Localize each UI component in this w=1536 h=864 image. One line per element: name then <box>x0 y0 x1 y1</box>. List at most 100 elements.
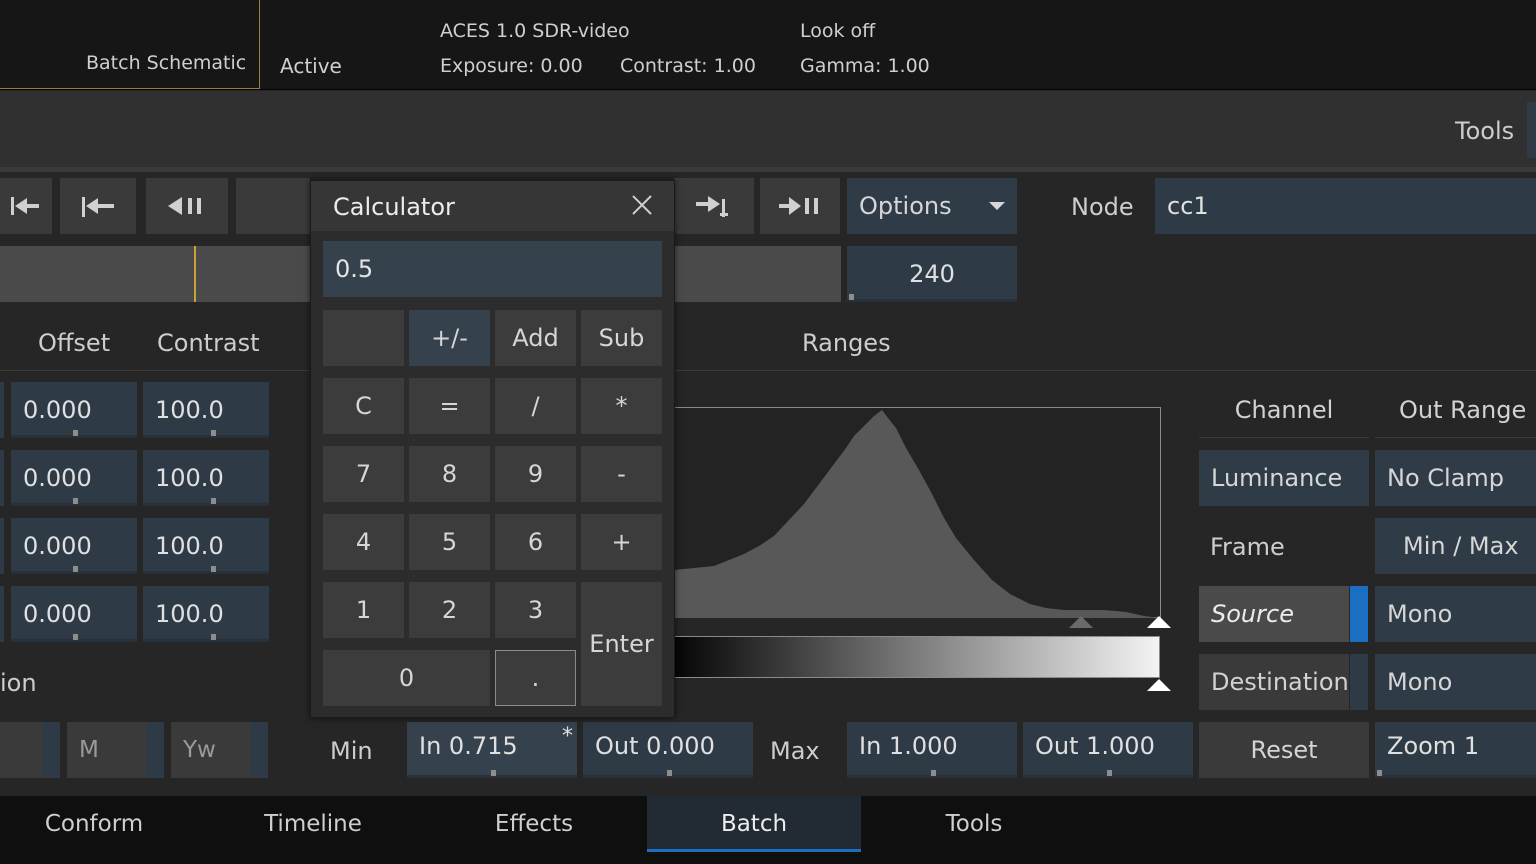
contrast-value: 100.0 <box>155 396 224 424</box>
offset-field[interactable]: 0.000 <box>11 586 137 642</box>
midpoint-handle-icon[interactable] <box>1068 615 1094 629</box>
tab-tools[interactable]: Tools <box>870 796 1078 852</box>
source-button[interactable]: Source <box>1199 586 1349 642</box>
calc-2-key[interactable]: 2 <box>409 582 490 638</box>
min-in-field[interactable]: In 0.715 * <box>407 722 577 778</box>
calculator-dialog[interactable]: Calculator 0.5 +/- Add Sub C = / * 7 8 9… <box>310 180 675 718</box>
timeline-scrubber-right[interactable] <box>674 246 841 302</box>
calc-6-key[interactable]: 6 <box>495 514 576 570</box>
row-edge <box>0 382 4 438</box>
previous-keyframe-button[interactable] <box>60 178 136 234</box>
field-tick <box>73 498 78 504</box>
field-tick <box>73 634 78 640</box>
contrast-field[interactable]: 100.0 <box>143 382 269 438</box>
reset-button[interactable]: Reset <box>1199 722 1369 778</box>
no-clamp-button[interactable]: No Clamp <box>1375 450 1536 506</box>
calc-plusminus-key[interactable]: +/- <box>409 310 490 366</box>
tools-label[interactable]: Tools <box>1455 117 1514 145</box>
max-out-value: Out 1.000 <box>1035 732 1155 760</box>
tab-conform[interactable]: Conform <box>0 796 188 852</box>
calc-divide-key[interactable]: / <box>495 378 576 434</box>
calc-plus-key[interactable]: + <box>581 514 662 570</box>
step-forward-button[interactable] <box>760 178 840 234</box>
min-max-button[interactable]: Min / Max <box>1375 518 1536 574</box>
zoom-value: Zoom 1 <box>1387 732 1480 760</box>
active-tab-indicator <box>647 849 861 852</box>
contrast-field[interactable]: 100.0 <box>143 518 269 574</box>
calc-5-key[interactable]: 5 <box>409 514 490 570</box>
contrast-field[interactable]: 100.0 <box>143 586 269 642</box>
timeline-scrubber[interactable] <box>0 246 310 302</box>
min-out-field[interactable]: Out 0.000 <box>583 722 753 778</box>
calc-equals-key[interactable]: = <box>409 378 490 434</box>
tools-scroll-handle[interactable] <box>1527 102 1536 158</box>
tab-batch[interactable]: Batch <box>647 796 861 852</box>
max-out-field[interactable]: Out 1.000 <box>1023 722 1193 778</box>
field-tick <box>73 430 78 436</box>
step-back-button[interactable] <box>146 178 228 234</box>
zoom-field[interactable]: Zoom 1 <box>1375 722 1536 778</box>
calc-multiply-key[interactable]: * <box>581 378 662 434</box>
tab-effects[interactable]: Effects <box>430 796 638 852</box>
play-reverse-button[interactable] <box>236 178 310 234</box>
section-divider <box>0 370 1536 371</box>
calc-enter-key[interactable]: Enter <box>581 582 662 706</box>
offset-field[interactable]: 0.000 <box>11 450 137 506</box>
calc-7-key[interactable]: 7 <box>323 446 404 502</box>
tab-timeline[interactable]: Timeline <box>210 796 416 852</box>
field-underline <box>143 503 269 506</box>
calc-add-key[interactable]: Add <box>495 310 576 366</box>
luminance-label: Luminance <box>1211 464 1343 492</box>
histogram-plot <box>674 410 1160 618</box>
calc-0-key[interactable]: 0 <box>323 650 490 706</box>
luminance-button[interactable]: Luminance <box>1199 450 1369 506</box>
frame-field[interactable]: 240 <box>847 246 1017 302</box>
tab-label: Timeline <box>264 811 362 837</box>
field-tick <box>211 430 216 436</box>
calc-1-key[interactable]: 1 <box>323 582 404 638</box>
max-in-field[interactable]: In 1.000 <box>847 722 1017 778</box>
calc-4-key[interactable]: 4 <box>323 514 404 570</box>
calc-3-key[interactable]: 3 <box>495 582 576 638</box>
calculator-display[interactable]: 0.5 <box>323 241 662 297</box>
max-label: Max <box>770 737 820 765</box>
calc-key-label: 3 <box>527 596 544 624</box>
calculator-display-value: 0.5 <box>335 255 374 283</box>
chevron-down-icon <box>989 202 1005 210</box>
calc-clear-key[interactable]: C <box>323 378 404 434</box>
calc-sub-key[interactable]: Sub <box>581 310 662 366</box>
calc-key-label: 2 <box>441 596 458 624</box>
node-name-field[interactable]: cc1 <box>1155 178 1536 234</box>
options-dropdown[interactable]: Options <box>847 178 1017 234</box>
calc-key-label: 0 <box>398 664 415 692</box>
contrast-field[interactable]: 100.0 <box>143 450 269 506</box>
source-mode-button[interactable]: Mono <box>1375 586 1536 642</box>
destination-indicator <box>1350 654 1368 710</box>
offset-header: Offset <box>38 329 111 357</box>
max-handle-icon[interactable] <box>1146 615 1172 629</box>
histogram-graph[interactable] <box>674 407 1161 618</box>
close-icon[interactable] <box>631 194 653 216</box>
output-max-handle-icon[interactable] <box>1146 678 1172 692</box>
tab-label: Effects <box>494 811 574 837</box>
calc-9-key[interactable]: 9 <box>495 446 576 502</box>
calc-key-label: +/- <box>431 324 468 352</box>
field-tick <box>1377 770 1382 776</box>
next-keyframe-button[interactable] <box>674 178 754 234</box>
min-label: Min <box>330 737 373 765</box>
outrange-header: Out Range <box>1375 382 1536 438</box>
destination-mode-button[interactable]: Mono <box>1375 654 1536 710</box>
calc-decimal-key[interactable]: . <box>495 650 576 706</box>
destination-button[interactable]: Destination <box>1199 654 1349 710</box>
offset-field[interactable]: 0.000 <box>11 382 137 438</box>
go-to-start-button[interactable] <box>0 178 52 234</box>
field-tick <box>667 770 672 776</box>
gradient-ramp[interactable] <box>674 636 1160 678</box>
calc-8-key[interactable]: 8 <box>409 446 490 502</box>
calc-minus-key[interactable]: - <box>581 446 662 502</box>
offset-field[interactable]: 0.000 <box>11 518 137 574</box>
frame-label: Frame <box>1210 533 1285 561</box>
playhead[interactable] <box>194 246 196 302</box>
batch-schematic-tab[interactable] <box>0 0 260 89</box>
calc-blank-key[interactable] <box>323 310 404 366</box>
